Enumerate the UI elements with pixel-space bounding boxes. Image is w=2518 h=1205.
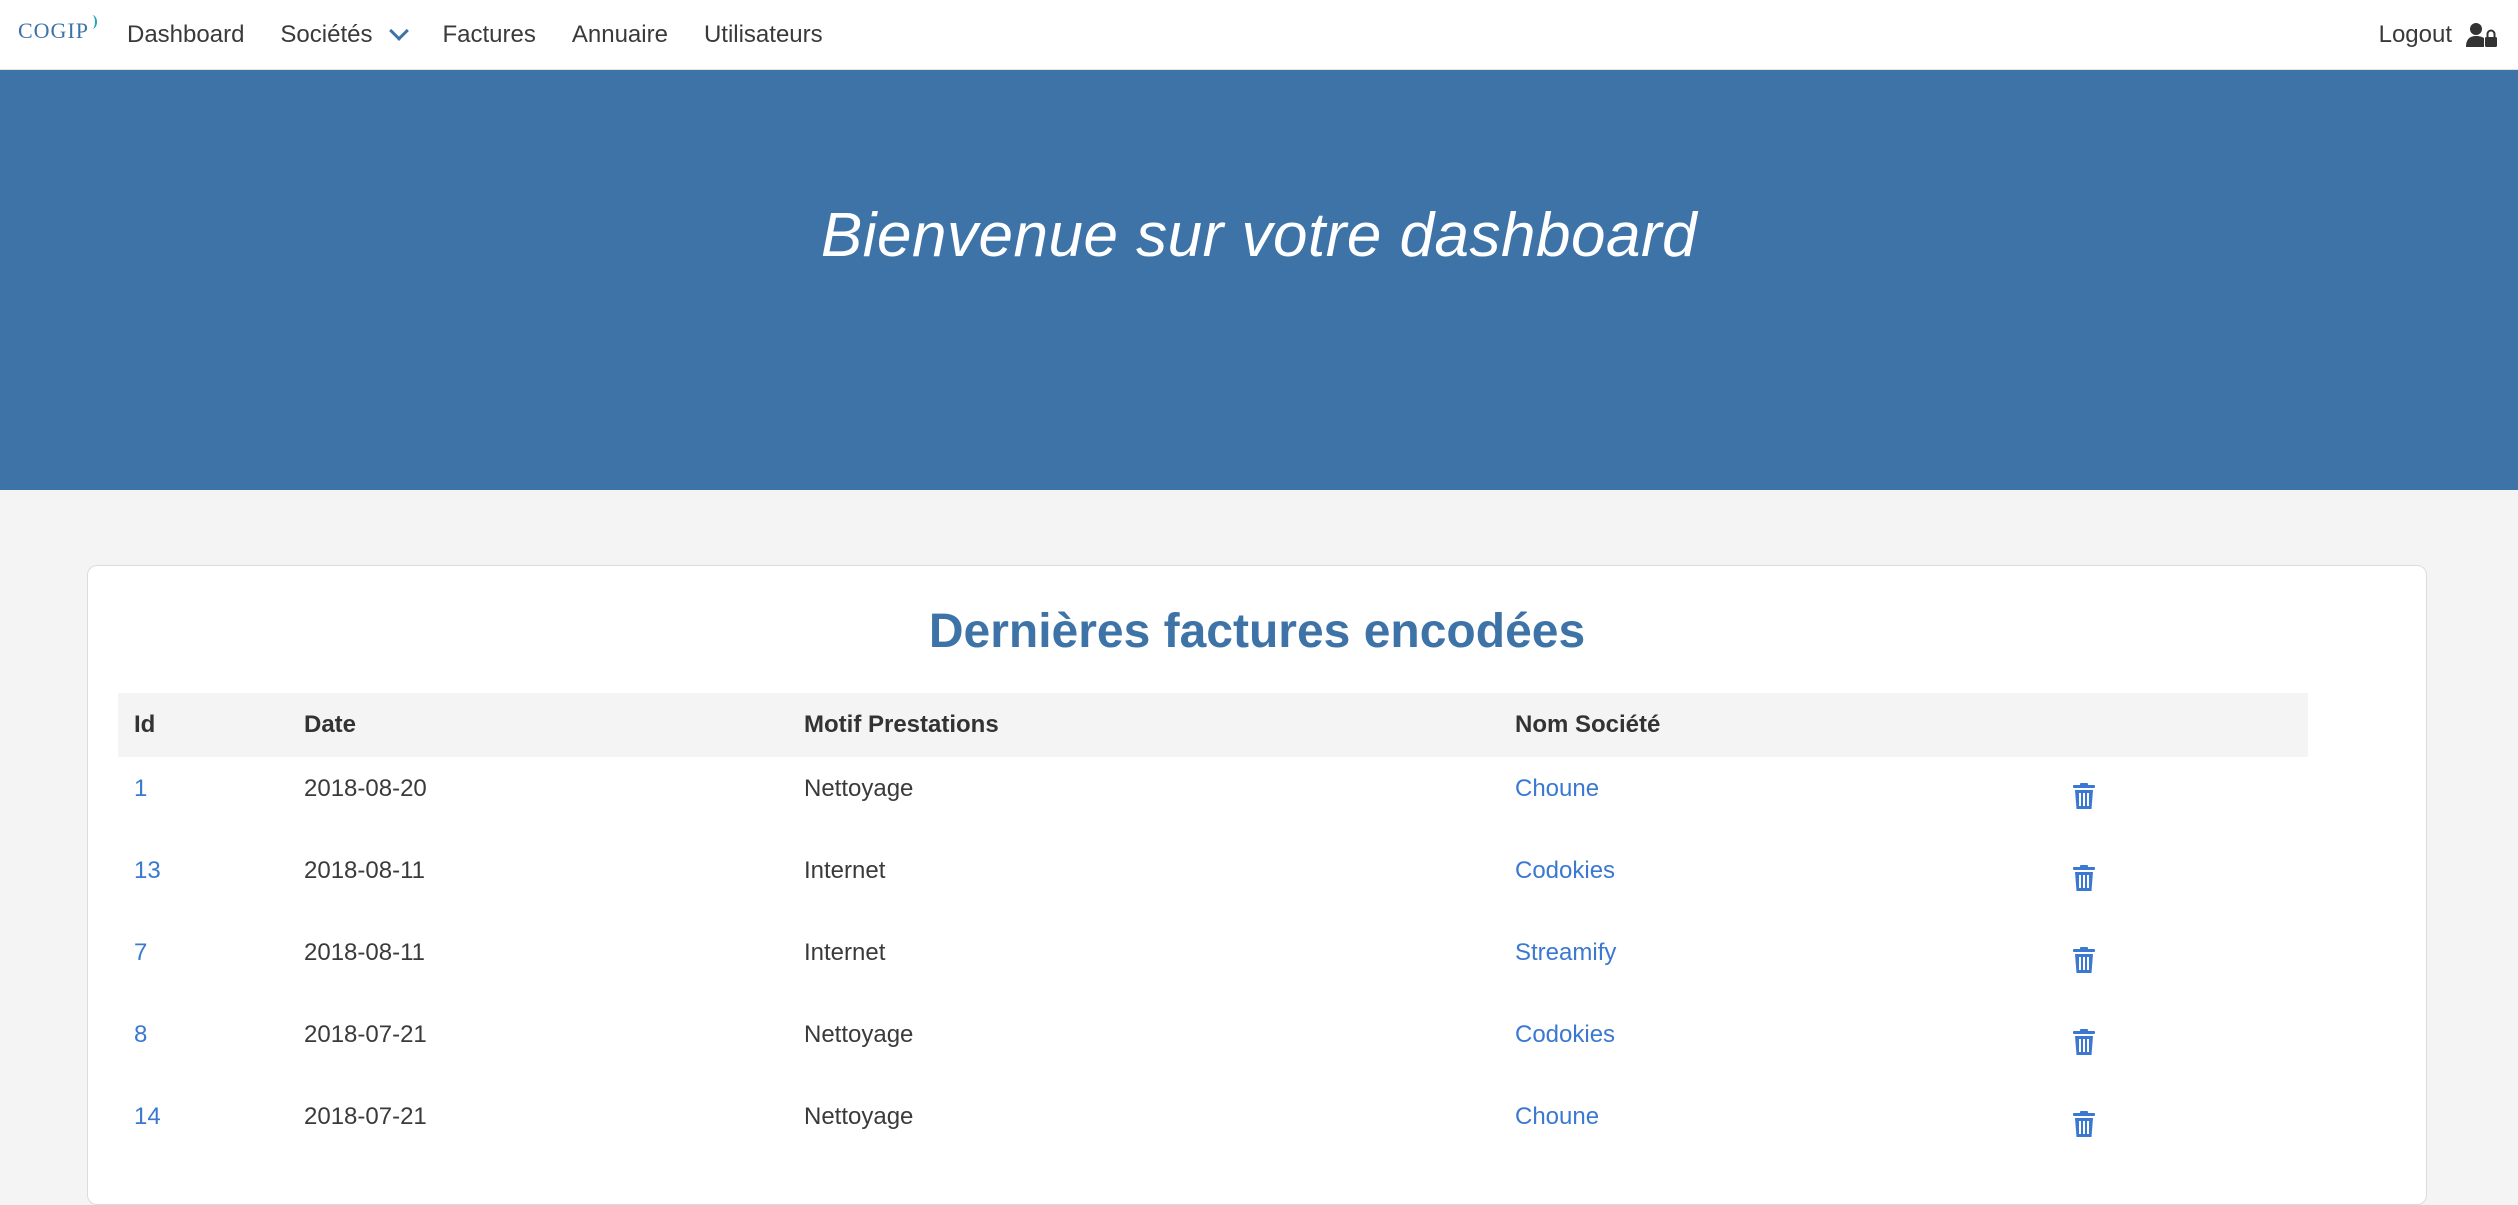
trash-icon[interactable] [2073,947,2095,973]
invoice-date: 2018-07-21 [304,1103,427,1130]
invoice-date: 2018-08-11 [304,857,425,884]
table-row: 14 2018-07-21 Nettoyage Choune [118,1085,2308,1167]
invoice-id-link[interactable]: 7 [134,921,147,985]
trash-icon[interactable] [2073,1029,2095,1055]
invoices-table: Id Date Motif Prestations Nom Société 1 … [118,693,2308,1167]
invoice-motif: Nettoyage [804,775,914,802]
hero-banner: Bienvenue sur votre dashboard [0,70,2518,490]
invoice-date: 2018-08-11 [304,939,425,966]
invoice-date: 2018-07-21 [304,1021,427,1048]
table-row: 8 2018-07-21 Nettoyage Codokies [118,1003,2308,1085]
nav-item-label: Annuaire [571,21,668,48]
company-link[interactable]: Choune [1515,1085,1599,1149]
company-link[interactable]: Streamify [1515,921,1616,985]
nav-item-label: Utilisateurs [703,21,823,48]
table-row: 1 2018-08-20 Nettoyage Choune [118,757,2308,839]
hero-title: Bienvenue sur votre dashboard [820,201,1698,270]
logout-label: Logout [2378,21,2452,48]
trash-icon[interactable] [2073,783,2095,809]
nav-item-utilisateurs[interactable]: Utilisateurs [704,21,823,49]
table-header: Id Date Motif Prestations Nom Société [118,693,2308,757]
cogip-logo[interactable]: COGIP [18,15,98,44]
logout-button[interactable]: Logout [2379,0,2498,70]
logo-swoosh [87,15,98,29]
trash-icon[interactable] [2073,865,2095,891]
company-link[interactable]: Choune [1515,757,1599,821]
nav-links: Dashboard Sociétés Factures Annuaire Uti… [127,0,859,70]
nav-item-label: Factures [442,21,536,48]
company-link[interactable]: Codokies [1515,839,1615,903]
logo-text: COGIP [18,18,90,43]
invoice-id-link[interactable]: 14 [134,1085,161,1149]
nav-item-label: Dashboard [127,21,245,48]
column-header-motif: Motif Prestations [804,711,999,738]
table-row: 7 2018-08-11 Internet Streamify [118,921,2308,1003]
top-navbar: COGIP Dashboard Sociétés Factures Annuai… [0,0,2518,70]
invoice-id-link[interactable]: 1 [134,757,147,821]
invoices-title: Dernières factures encodées [928,605,1586,658]
invoice-motif: Internet [804,939,886,966]
table-row: 13 2018-08-11 Internet Codokies [118,839,2308,921]
invoice-id-link[interactable]: 8 [134,1003,147,1067]
invoice-motif: Nettoyage [804,1021,914,1048]
nav-item-annuaire[interactable]: Annuaire [572,21,668,49]
nav-item-societes[interactable]: Sociétés [280,21,410,49]
table-body: 1 2018-08-20 Nettoyage Choune 13 2018-08… [118,757,2308,1167]
trash-icon[interactable] [2073,1111,2095,1137]
company-link[interactable]: Codokies [1515,1003,1615,1067]
nav-item-label: Sociétés [280,21,373,48]
chevron-down-icon [389,21,410,41]
invoice-motif: Nettoyage [804,1103,914,1130]
column-header-societe: Nom Société [1515,711,1661,738]
invoice-motif: Internet [804,857,886,884]
nav-item-dashboard[interactable]: Dashboard [127,21,244,49]
column-header-id: Id [134,711,156,738]
invoices-card: Dernières factures encodées Id Date Moti… [87,565,2427,1205]
user-lock-icon [2466,23,2497,47]
nav-item-factures[interactable]: Factures [442,21,535,49]
invoice-id-link[interactable]: 13 [134,839,161,903]
invoice-date: 2018-08-20 [304,775,427,802]
column-header-date: Date [304,711,357,738]
